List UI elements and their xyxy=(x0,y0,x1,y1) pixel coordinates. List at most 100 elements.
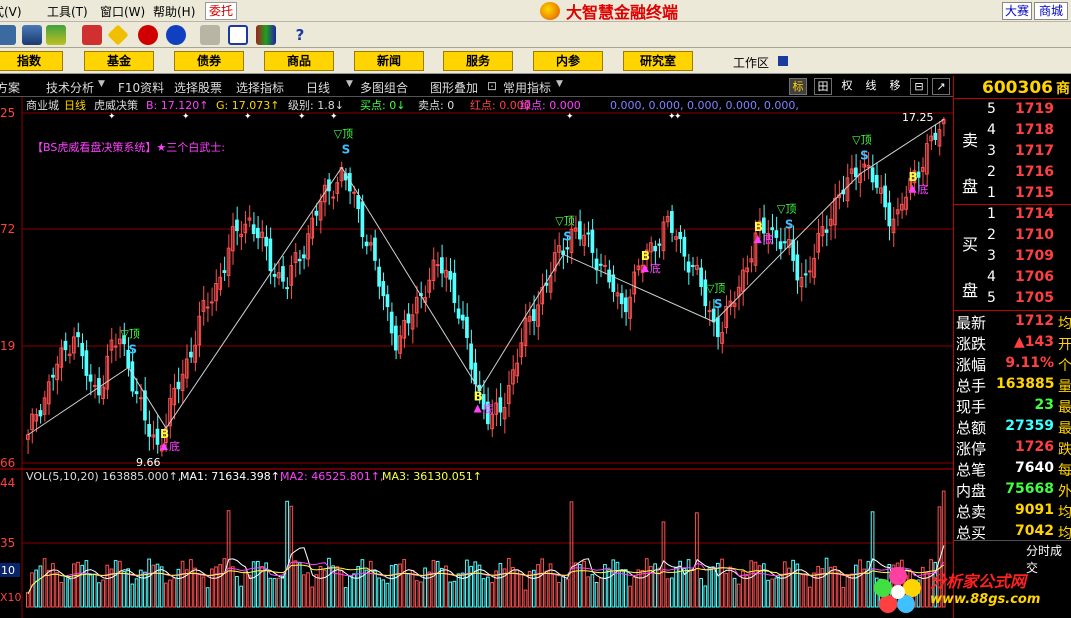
candle-body xyxy=(251,224,256,234)
nav-news[interactable]: 新闻 xyxy=(354,51,424,71)
volume-bar xyxy=(59,581,64,608)
bid-row[interactable]: 5 1705 xyxy=(954,290,1071,311)
tab-select-stock[interactable]: 选择股票 xyxy=(174,79,222,96)
kline-chart[interactable]: 25 72 19 66 44 35 10 X10 商业城 日线 虎威决策 B: … xyxy=(0,97,953,618)
nav-bond[interactable]: 债券 xyxy=(174,51,244,71)
menu-window[interactable]: 窗口(W) xyxy=(100,3,145,20)
volume-bar xyxy=(348,575,352,608)
arrow-icon[interactable] xyxy=(0,25,16,45)
tool-expand[interactable]: ↗ xyxy=(932,78,950,95)
entrust-button[interactable]: 委托 xyxy=(205,2,237,20)
candle-body xyxy=(883,185,887,208)
menu-style[interactable]: 式(V) xyxy=(0,3,22,20)
candle-body xyxy=(302,254,306,259)
tab-multi-chart[interactable]: 多图组合 xyxy=(360,79,408,96)
volume-bars xyxy=(26,490,946,608)
volume-bar xyxy=(515,569,519,608)
volume-bar xyxy=(858,559,862,608)
help-icon[interactable]: ? xyxy=(290,25,310,45)
volume-bar xyxy=(414,580,419,608)
event-marker-icon: ✦ xyxy=(330,112,338,122)
tool-mark[interactable]: 标 xyxy=(789,78,807,95)
lock-icon[interactable]: ⊡ xyxy=(487,79,497,93)
chart-icon[interactable] xyxy=(46,25,66,45)
workarea-label[interactable]: 工作区 xyxy=(733,54,769,71)
print-icon[interactable] xyxy=(200,25,220,45)
event-marker-icon: ✦ xyxy=(182,112,190,122)
tool-window[interactable]: ⊟ xyxy=(910,78,928,95)
volume-bar xyxy=(452,580,457,608)
nav-commodity[interactable]: 商品 xyxy=(264,51,334,71)
stat-label: 总卖 xyxy=(956,503,987,521)
candle-body xyxy=(782,241,787,244)
volume-bar xyxy=(402,559,407,608)
volume-bar xyxy=(410,569,415,608)
volume-bar xyxy=(272,578,277,608)
ask-price: 1718 xyxy=(1015,122,1054,138)
nav-fund[interactable]: 基金 xyxy=(84,51,154,71)
sell-signal-label: S xyxy=(785,218,794,232)
tool-grid[interactable]: 田 xyxy=(814,78,832,95)
volume-bar xyxy=(322,569,327,608)
ask-row[interactable]: 2 1716 xyxy=(954,164,1071,185)
ask-level: 1 xyxy=(987,185,996,201)
volume-bar xyxy=(473,561,478,608)
chevron-down-icon[interactable]: ▼ xyxy=(346,79,353,89)
nav-index[interactable]: 指数 xyxy=(0,51,63,71)
alert-icon[interactable] xyxy=(82,25,102,45)
red-chip-icon[interactable] xyxy=(138,25,158,45)
volume-bar xyxy=(285,500,289,608)
candle-body xyxy=(465,316,469,338)
tool-line[interactable]: 线 xyxy=(862,78,880,95)
ask-row[interactable]: 1 1715 xyxy=(954,185,1071,206)
vol-tick: 10 xyxy=(1,564,15,577)
binoculars-icon[interactable] xyxy=(22,25,42,45)
blue-chip-icon[interactable] xyxy=(166,25,186,45)
volume-bar xyxy=(151,564,156,608)
bid-row[interactable]: 1 1714 xyxy=(954,206,1071,227)
volume-bar xyxy=(205,587,210,608)
nav-research[interactable]: 研究室 xyxy=(623,51,693,71)
bid-row[interactable]: 3 1709 xyxy=(954,248,1071,269)
candle-body xyxy=(314,210,319,216)
divider xyxy=(954,204,1071,205)
tab-overlay[interactable]: 图形叠加 xyxy=(430,79,478,96)
bid-row[interactable]: 2 1710 xyxy=(954,227,1071,248)
function-bar: 方案 技术分析 ▼ F10资料 选择股票 选择指标 日线 ▼ 多图组合 图形叠加… xyxy=(0,76,953,97)
candle-body xyxy=(88,374,93,382)
tool-right[interactable]: 权 xyxy=(838,78,856,95)
ask-row[interactable]: 3 1717 xyxy=(954,143,1071,164)
bid-row[interactable]: 4 1706 xyxy=(954,269,1071,290)
tab-f10[interactable]: F10资料 xyxy=(118,79,164,96)
volume-bar xyxy=(318,566,323,608)
candle-body xyxy=(808,270,812,273)
y-tick: 25 xyxy=(0,106,15,120)
volume-bar xyxy=(716,562,720,608)
top-signal-label: ▽顶 xyxy=(852,134,871,147)
tab-tech-analysis[interactable]: 技术分析 xyxy=(46,79,94,96)
contest-button[interactable]: 大赛 xyxy=(1002,2,1032,20)
mall-button[interactable]: 商城 xyxy=(1034,2,1068,20)
chevron-down-icon[interactable]: ▼ xyxy=(556,79,563,89)
books-icon[interactable] xyxy=(256,25,276,45)
tab-common-indicator[interactable]: 常用指标 xyxy=(503,79,551,96)
volume-bar xyxy=(632,576,637,608)
stock-code[interactable]: 600306 xyxy=(982,78,1053,98)
ask-row[interactable]: 5 1719 xyxy=(954,101,1071,122)
volume-bar xyxy=(611,559,616,608)
candle-body xyxy=(770,227,775,231)
tab-daily[interactable]: 日线 xyxy=(306,79,330,96)
menu-help[interactable]: 帮助(H) xyxy=(153,3,195,20)
chevron-down-icon[interactable]: ▼ xyxy=(98,79,105,89)
tab-select-indicator[interactable]: 选择指标 xyxy=(236,79,284,96)
tab-plan[interactable]: 方案 xyxy=(0,79,20,96)
nav-insider[interactable]: 内参 xyxy=(533,51,603,71)
nav-service[interactable]: 服务 xyxy=(443,51,513,71)
dropdown-icon[interactable] xyxy=(778,56,788,66)
diamond-icon[interactable] xyxy=(107,24,129,46)
menu-tools[interactable]: 工具(T) xyxy=(47,3,88,20)
ask-row[interactable]: 4 1718 xyxy=(954,122,1071,143)
window-icon[interactable] xyxy=(228,25,248,45)
candle-body xyxy=(624,297,628,313)
tool-move[interactable]: 移 xyxy=(886,78,904,95)
